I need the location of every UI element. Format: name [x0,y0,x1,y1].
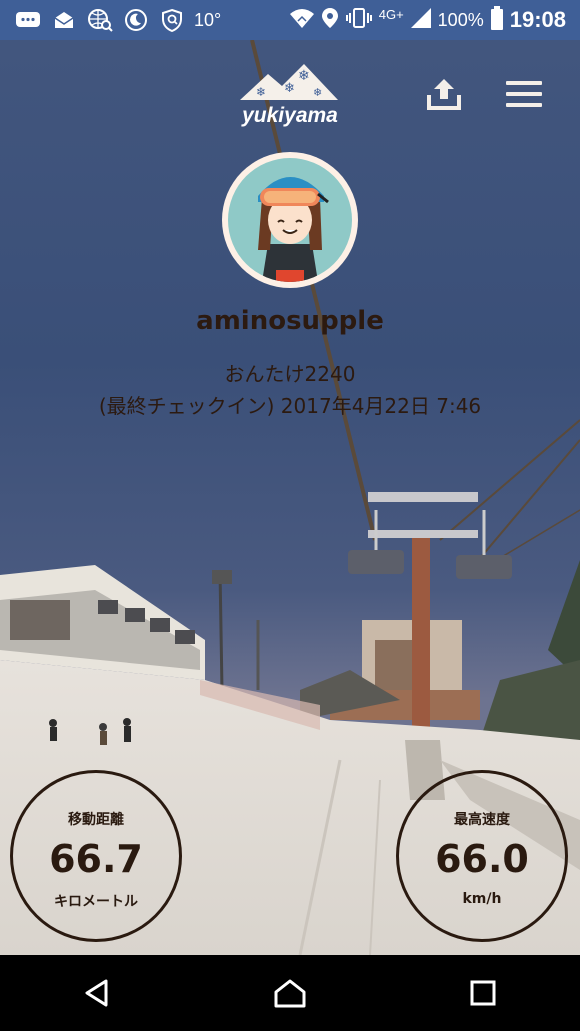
mail-icon [50,8,78,32]
distance-value: 66.7 [49,837,143,881]
max-speed-unit: km/h [462,891,502,907]
system-nav-bar [0,955,580,1031]
max-speed-stat-circle: 最高速度 66.0 km/h [396,770,568,942]
skier-avatar-illustration [258,177,329,282]
vibrate-icon [345,7,373,34]
home-button[interactable] [260,963,320,1023]
svg-text:❄: ❄ [298,68,310,84]
logo-text: yukiyama [242,104,338,127]
clock-text: 19:08 [509,7,566,32]
last-checkin-text: (最終チェックイン) 2017年4月22日 7:46 [98,394,482,418]
signal-icon [410,7,432,34]
svg-text:❄: ❄ [256,85,266,99]
yukiyama-logo: ❄ ❄ ❄ ❄ yukiyama [238,60,342,132]
hamburger-menu-icon [506,81,542,107]
share-upload-icon [427,79,461,110]
recents-icon [470,980,496,1006]
menu-button[interactable] [500,72,548,116]
shield-icon [158,8,186,32]
moon-icon [122,8,150,32]
max-speed-value: 66.0 [435,837,529,881]
share-button[interactable] [422,72,466,116]
home-icon [274,979,306,1008]
username: aminosupple [196,306,384,336]
distance-label: 移動距離 [68,812,124,828]
back-icon [85,979,108,1007]
svg-text:❄: ❄ [313,86,322,99]
svg-text:❄: ❄ [284,81,295,96]
globe-search-icon [86,8,114,32]
recents-button[interactable] [453,963,513,1023]
back-button[interactable] [67,963,127,1023]
profile-avatar[interactable] [222,152,358,288]
resort-name: おんたけ2240 [224,362,356,386]
message-icon [14,8,42,32]
network-type-text: 4G+ [378,6,404,22]
wifi-icon [289,7,315,34]
battery-icon [490,5,504,35]
status-bar: 10° 4G+ 100% 19:08 [0,0,580,40]
app-screen: 10° 4G+ 100% 19:08 ❄ ❄ ❄ ❄ yukiyama amin… [0,0,580,1031]
distance-stat-circle: 移動距離 66.7 キロメートル [10,770,182,942]
battery-percent-text: 100% [437,9,484,30]
temperature-text: 10° [194,9,222,30]
max-speed-label: 最高速度 [454,812,510,828]
distance-unit: キロメートル [54,894,138,910]
location-icon [321,7,339,34]
